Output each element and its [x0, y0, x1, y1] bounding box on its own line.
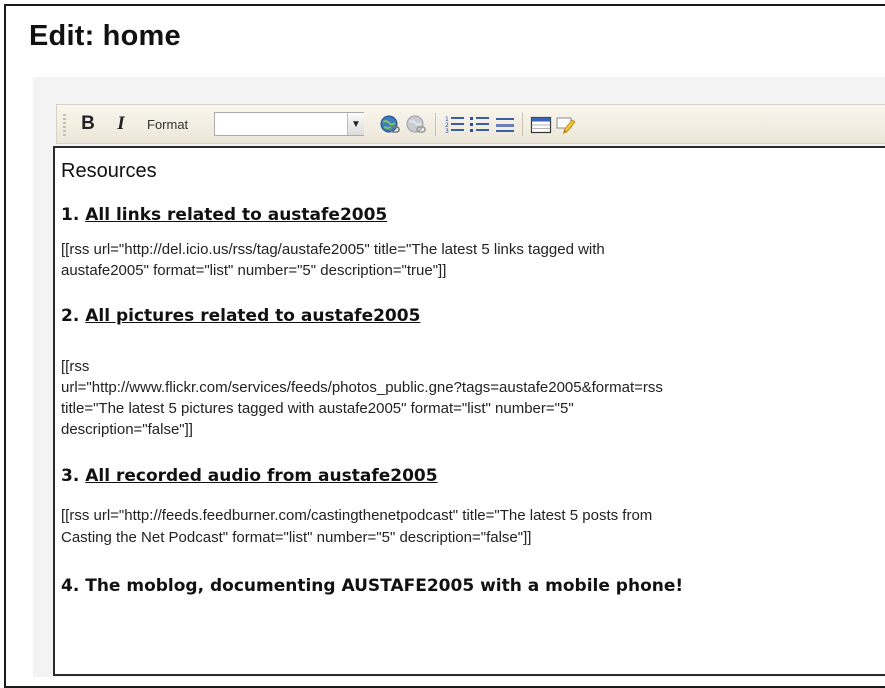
section-heading: 3. All recorded audio from austafe2005	[61, 466, 438, 486]
section-heading: 2. All pictures related to austafe2005	[61, 306, 420, 326]
toolbar-separator	[435, 113, 436, 136]
rss-code-line: [[rss	[61, 358, 90, 375]
section-link[interactable]: All links related to austafe2005	[85, 205, 387, 225]
rss-code-line: austafe2005" format="list" number="5" de…	[61, 262, 447, 279]
rss-code-line: title="The latest 5 pictures tagged with…	[61, 400, 574, 417]
section-heading: 1. All links related to austafe2005	[61, 205, 387, 225]
italic-button[interactable]: I	[111, 105, 131, 143]
clean-html-icon[interactable]	[555, 114, 577, 136]
toolbar-separator	[522, 113, 523, 136]
rss-code-line: [[rss url="http://feeds.feedburner.com/c…	[61, 507, 653, 524]
rss-code-line: url="http://www.flickr.com/services/feed…	[61, 379, 663, 396]
resources-heading: Resources	[61, 160, 157, 182]
section-link[interactable]: All pictures related to austafe2005	[85, 306, 420, 326]
section-number: 3.	[61, 466, 80, 486]
rss-code-line: description="false"]]	[61, 421, 193, 438]
page-title: Edit: home	[29, 20, 181, 52]
editor-toolbar: B I Format ▼ 1 2 3	[56, 104, 885, 144]
section-title: The moblog, documenting AUSTAFE2005 with…	[85, 576, 684, 596]
horizontal-rule-icon[interactable]	[494, 114, 516, 136]
format-label: Format	[147, 116, 189, 132]
bold-button[interactable]: B	[75, 105, 101, 143]
section-number: 1.	[61, 205, 80, 225]
section-number: 4.	[61, 576, 80, 596]
section-heading: 4. The moblog, documenting AUSTAFE2005 w…	[61, 576, 683, 596]
insert-link-icon[interactable]	[379, 114, 401, 136]
toolbar-grip[interactable]	[63, 114, 66, 136]
rss-code-line: [[rss url="http://del.icio.us/rss/tag/au…	[61, 241, 605, 258]
format-select[interactable]	[214, 112, 364, 136]
ordered-list-icon[interactable]: 1 2 3	[444, 114, 466, 136]
section-number: 2.	[61, 306, 80, 326]
table-icon[interactable]	[530, 114, 552, 136]
section-link[interactable]: All recorded audio from austafe2005	[85, 466, 437, 486]
chevron-down-icon[interactable]: ▼	[347, 113, 364, 135]
rss-code-line: Casting the Net Podcast" format="list" n…	[61, 529, 532, 546]
unordered-list-icon[interactable]	[469, 114, 491, 136]
remove-link-icon[interactable]	[405, 114, 427, 136]
svg-text:3: 3	[445, 128, 449, 135]
rich-text-editor[interactable]: Resources 1. All links related to austaf…	[53, 146, 885, 676]
